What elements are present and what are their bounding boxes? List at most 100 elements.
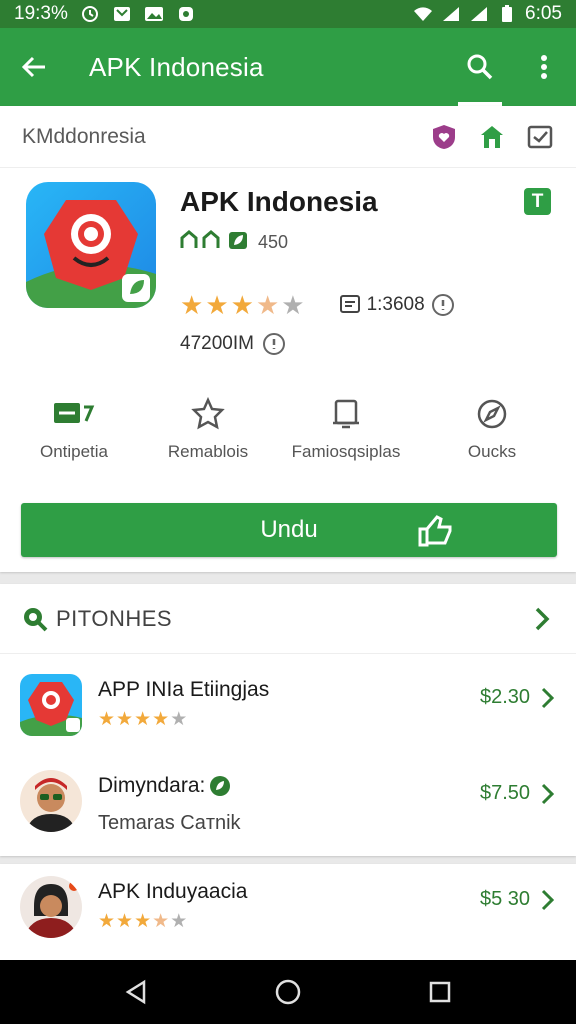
- list-item[interactable]: APP INIa Etiingjas ★ ★ ★ ★ ★ $2.30: [0, 674, 576, 764]
- calendar-icon: [52, 396, 96, 432]
- star-icon: ★: [98, 911, 116, 932]
- feature-label: Remablois: [167, 442, 249, 461]
- star-icon: ★: [180, 290, 204, 320]
- nav-recents-button[interactable]: [420, 972, 460, 1012]
- list-item[interactable]: APK Induyaacia ★ ★ ★ ★ ★ $5 30: [0, 876, 576, 966]
- section-title: PITONHES: [56, 605, 173, 631]
- reviews-icon: [339, 294, 361, 316]
- list-item-price: $7.50: [480, 782, 531, 804]
- list-item-title: APK Induyaacia: [98, 880, 248, 903]
- app-thumbnail: [20, 674, 82, 736]
- nav-home-button[interactable]: [268, 972, 308, 1012]
- shield-heart-icon[interactable]: [430, 123, 458, 151]
- checkbox-icon[interactable]: [526, 123, 554, 151]
- similar-apps-card: PITONHES APP INIa Etiingjas ★ ★ ★ ★ ★ $2.30: [0, 584, 576, 856]
- status-time-right: 6:05: [525, 3, 562, 24]
- chevron-right-icon: [538, 780, 556, 808]
- compass-icon: [476, 396, 508, 432]
- leaf-icon: [228, 230, 248, 255]
- search-button[interactable]: [458, 28, 502, 106]
- alarm-icon: [80, 5, 100, 23]
- clipboard-icon: [330, 396, 362, 432]
- feature-label: Famiosqsiplas: [291, 442, 401, 461]
- size-row: 47200IM: [180, 332, 286, 356]
- notification-icon: [112, 5, 132, 23]
- star-outline-icon: [191, 396, 225, 432]
- feature-item-3[interactable]: Famiosqsiplas: [276, 396, 416, 462]
- back-arrow-icon: [21, 56, 45, 78]
- list-card-2: APK Induyaacia ★ ★ ★ ★ ★ $5 30: [0, 864, 576, 960]
- thumbs-up-icon: [417, 514, 455, 548]
- info-icon[interactable]: [431, 293, 455, 317]
- list-item-title-text: Dimyndara:: [98, 774, 206, 797]
- verified-icon: [209, 775, 231, 797]
- app-bar-title: APK Indonesia: [89, 51, 264, 82]
- size-info-icon[interactable]: [262, 332, 286, 356]
- star-icon: ★: [152, 911, 170, 932]
- wifi-icon: [413, 5, 433, 23]
- app-notification-icon: [176, 5, 196, 23]
- system-nav-bar: [0, 960, 576, 1024]
- app-bar: APK Indonesia: [0, 28, 576, 106]
- back-triangle-icon: [125, 979, 146, 1005]
- section-header[interactable]: PITONHES: [0, 584, 576, 654]
- arrows-icon: [180, 230, 222, 255]
- star-icon: ★: [98, 709, 116, 730]
- overflow-menu-button[interactable]: [524, 28, 564, 106]
- signal-icon-2: [469, 5, 489, 23]
- avatar: [20, 770, 82, 832]
- list-item[interactable]: Dimyndara: Temaras Caтnik $7.50: [0, 770, 576, 860]
- search-icon: [467, 54, 493, 80]
- crumb-row: KMddonresia: [0, 106, 576, 168]
- signal-icon: [441, 5, 461, 23]
- star-icon: ★: [170, 709, 188, 730]
- feature-row: Ontipetia Remablois Famiosqsiplas Oucks: [0, 396, 576, 476]
- star-icon: ★: [152, 709, 170, 730]
- rating-row: ★ ★ ★ ★ ★ 1:3608: [180, 292, 455, 318]
- star-icon: ★: [170, 911, 188, 932]
- chevron-right-icon: [538, 684, 556, 712]
- app-name: APK Indonesia: [180, 186, 378, 217]
- feature-label: Oucks: [467, 442, 517, 461]
- star-icon: ★: [134, 709, 152, 730]
- avatar: [20, 876, 82, 938]
- app-meta: 450: [180, 230, 288, 255]
- rating-stars: ★ ★ ★ ★ ★: [180, 292, 305, 318]
- app-icon: [26, 182, 156, 308]
- status-bar: 19:3% 6:05: [0, 0, 576, 28]
- star-icon: ★: [116, 911, 134, 932]
- app-meta-value: 450: [258, 232, 289, 252]
- star-icon: ★: [116, 709, 134, 730]
- star-icon: ★: [281, 290, 305, 320]
- feature-item-2[interactable]: Remablois: [138, 396, 278, 462]
- list-item-stars: ★ ★ ★ ★ ★: [98, 912, 187, 932]
- content-rating-badge: T: [524, 188, 551, 215]
- list-item-price: $2.30: [480, 686, 531, 708]
- status-time-left: 19:3%: [14, 3, 68, 24]
- image-icon: [144, 5, 164, 23]
- feature-item-4[interactable]: Oucks: [422, 396, 562, 462]
- star-icon: ★: [255, 290, 280, 320]
- breadcrumb: KMddonresia: [22, 124, 146, 148]
- home-icon[interactable]: [478, 123, 506, 151]
- star-icon: ★: [230, 290, 254, 320]
- download-label: Undu: [260, 516, 318, 543]
- app-detail-card: KMddonresia APK Indonesia T 450 ★ ★ ★ ★ …: [0, 106, 576, 572]
- feature-item-1[interactable]: Ontipetia: [4, 396, 144, 462]
- list-item-subtitle: Temaras Caтnik: [98, 812, 241, 834]
- list-item-title: Dimyndara:: [98, 774, 231, 798]
- home-circle-icon: [275, 979, 301, 1005]
- feature-label: Ontipetia: [39, 442, 109, 461]
- back-button[interactable]: [4, 28, 64, 106]
- nav-back-button[interactable]: [116, 972, 156, 1012]
- rating-count: 1:3608: [366, 294, 425, 315]
- list-item-price: $5 30: [480, 888, 531, 910]
- star-icon: ★: [205, 290, 229, 320]
- more-vert-icon: [541, 55, 547, 79]
- chevron-right-icon[interactable]: [530, 604, 554, 634]
- list-item-title: APP INIa Etiingjas: [98, 678, 270, 701]
- app-size: 47200IM: [180, 333, 254, 354]
- chevron-right-icon: [538, 886, 556, 914]
- download-button[interactable]: Undu: [21, 503, 557, 557]
- star-icon: ★: [134, 911, 152, 932]
